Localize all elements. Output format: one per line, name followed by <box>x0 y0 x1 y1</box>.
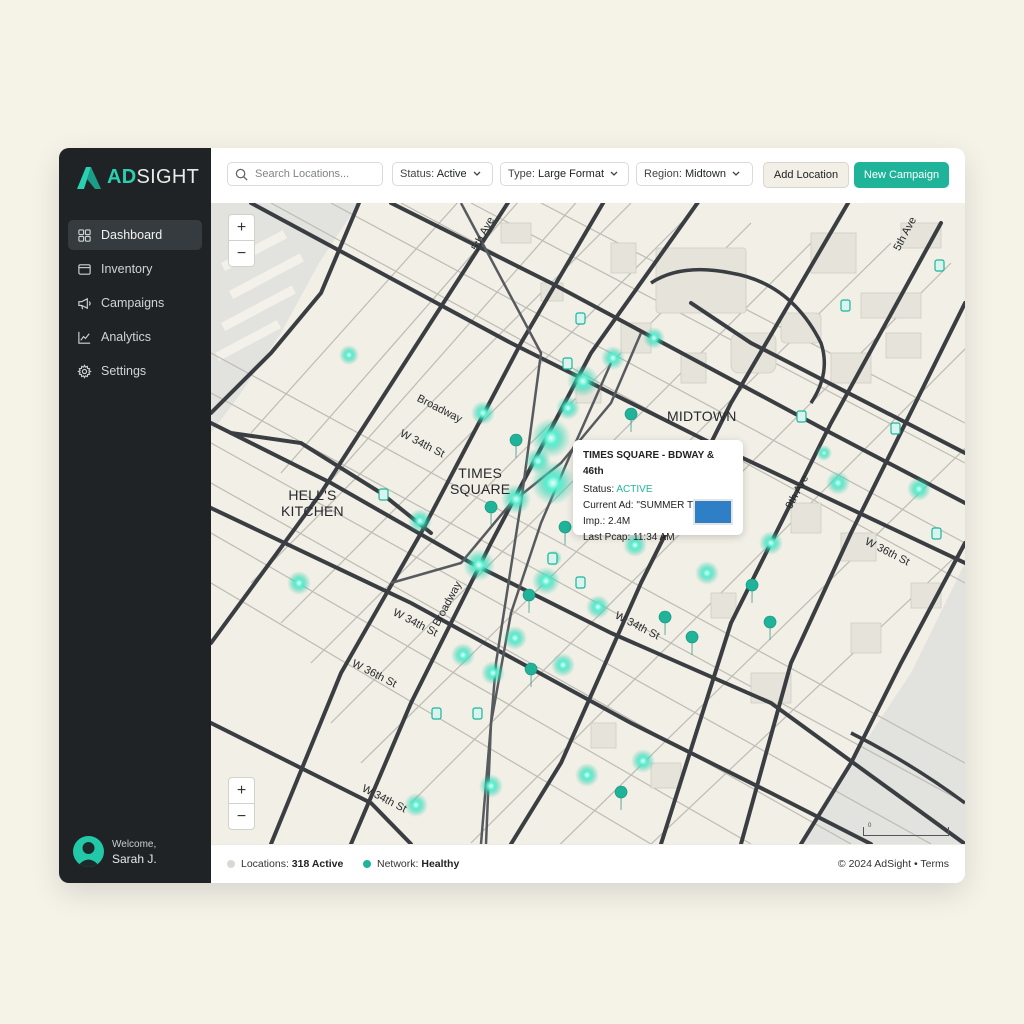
sidebar: ADSIGHT Dashboard Inventory Campaigns An… <box>59 148 211 883</box>
sidebar-item-label: Campaigns <box>101 296 165 310</box>
zoom-out-button[interactable]: − <box>229 241 254 266</box>
area-label-hells-kitchen: HELL'S KITCHEN <box>281 487 344 519</box>
chart-line-icon <box>78 331 91 344</box>
status-bar: Locations: 318 Active Network: Healthy ©… <box>211 844 965 883</box>
footer-copyright: © 2024 AdSight • Terms <box>837 858 949 870</box>
inventory-icon <box>78 263 91 275</box>
status-filter-dropdown[interactable]: Status: Active <box>392 162 493 186</box>
avatar <box>73 836 104 867</box>
megaphone-icon <box>78 297 91 309</box>
chevron-down-icon <box>610 171 618 176</box>
chevron-down-icon <box>473 171 481 176</box>
location-popup[interactable]: TIMES SQUARE - BDWAY & 46th Status: ACTI… <box>573 440 743 543</box>
user-icon <box>77 842 100 867</box>
gear-icon <box>77 363 92 379</box>
sidebar-item-campaigns[interactable]: Campaigns <box>68 288 202 318</box>
status-filter-label: Status: Active <box>400 168 467 180</box>
logo-icon <box>77 166 101 189</box>
user-text: Welcome, Sarah J. <box>112 838 157 866</box>
map-view[interactable]: HELL'S KITCHEN TIMES SQUARE MIDTOWN 5th Av… <box>211 203 965 844</box>
region-filter-dropdown[interactable]: Region: Midtown <box>636 162 753 186</box>
brand-logo[interactable]: ADSIGHT <box>77 166 199 189</box>
type-filter-label: Type: Large Format <box>508 168 604 180</box>
chevron-down-icon <box>732 171 740 176</box>
type-filter-dropdown[interactable]: Type: Large Format <box>500 162 629 186</box>
area-label-midtown: MIDTOWN <box>667 408 737 424</box>
sidebar-item-dashboard[interactable]: Dashboard <box>68 220 202 250</box>
zoom-in-button[interactable]: + <box>229 778 254 804</box>
user-profile[interactable]: Welcome, Sarah J. <box>73 836 157 867</box>
sidebar-nav: Dashboard Inventory Campaigns Analytics … <box>68 220 202 390</box>
scale-label: 0 <box>868 823 872 829</box>
status-dot <box>227 860 235 868</box>
search-box[interactable] <box>227 162 383 186</box>
new-campaign-button[interactable]: New Campaign <box>854 162 949 188</box>
zoom-out-button[interactable]: − <box>229 804 254 829</box>
map-scale-bar: 0 <box>863 823 949 836</box>
search-input[interactable] <box>253 167 377 181</box>
user-greeting: Welcome, <box>112 838 157 850</box>
sidebar-item-analytics[interactable]: Analytics <box>68 322 202 352</box>
sidebar-item-label: Analytics <box>101 330 152 344</box>
sidebar-item-label: Inventory <box>101 262 153 276</box>
sidebar-item-inventory[interactable]: Inventory <box>68 254 202 284</box>
terms-link[interactable]: Terms <box>920 858 949 870</box>
toolbar: Status: Active Type: Large Format Region… <box>211 148 965 203</box>
popup-last-capture: Last Pcap: 11:34 AM <box>583 532 675 543</box>
locations-status: Locations: 318 Active <box>227 858 343 870</box>
zoom-control-bottom: + − <box>228 777 255 830</box>
zoom-in-button[interactable]: + <box>229 215 254 241</box>
network-status: Network: Healthy <box>363 858 459 870</box>
sidebar-item-label: Dashboard <box>101 228 163 242</box>
popup-title: TIMES SQUARE - BDWAY & 46th <box>583 450 715 477</box>
brand-name: ADSIGHT <box>107 166 200 188</box>
add-location-button[interactable]: Add Location <box>763 162 849 188</box>
sidebar-item-settings[interactable]: Settings <box>68 356 202 386</box>
ad-thumbnail[interactable] <box>693 499 733 525</box>
user-name: Sarah J. <box>112 851 157 866</box>
search-icon <box>235 168 248 181</box>
sidebar-item-label: Settings <box>101 364 147 378</box>
popup-status: Status: ACTIVE <box>583 484 653 495</box>
app-window: ADSIGHT Dashboard Inventory Campaigns An… <box>59 148 965 883</box>
zoom-control-top: + − <box>228 214 255 267</box>
region-filter-label: Region: Midtown <box>644 168 726 180</box>
dashboard-icon <box>78 228 91 242</box>
status-dot <box>363 860 371 868</box>
area-label-times-square: TIMES SQUARE <box>450 465 511 497</box>
